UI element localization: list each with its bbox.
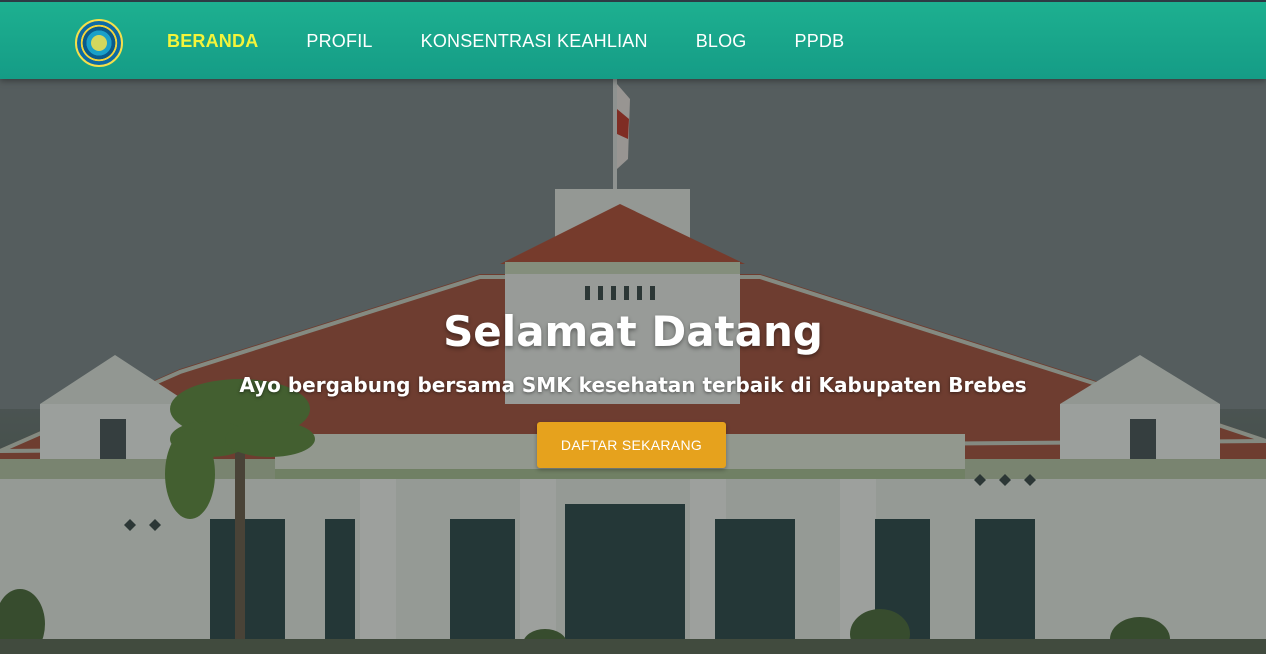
nav-link-blog[interactable]: BLOG xyxy=(696,31,747,52)
navbar: BERANDA PROFIL KONSENTRASI KEAHLIAN BLOG… xyxy=(0,0,1266,79)
nav-link-ppdb[interactable]: PPDB xyxy=(795,31,845,52)
school-emblem-icon[interactable] xyxy=(75,19,123,67)
hero-title: Selamat Datang xyxy=(443,307,823,356)
hero-section: Selamat Datang Ayo bergabung bersama SMK… xyxy=(0,79,1266,654)
hero-overlay xyxy=(0,79,1266,654)
nav-link-beranda[interactable]: BERANDA xyxy=(167,31,258,52)
hero-subtitle: Ayo bergabung bersama SMK kesehatan terb… xyxy=(239,373,1027,397)
nav-link-profil[interactable]: PROFIL xyxy=(306,31,372,52)
nav-link-konsentrasi-keahlian[interactable]: KONSENTRASI KEAHLIAN xyxy=(421,31,648,52)
emblem-center xyxy=(91,35,107,51)
daftar-sekarang-button[interactable]: DAFTAR SEKARANG xyxy=(537,422,726,468)
nav-links: BERANDA PROFIL KONSENTRASI KEAHLIAN BLOG… xyxy=(167,2,892,81)
